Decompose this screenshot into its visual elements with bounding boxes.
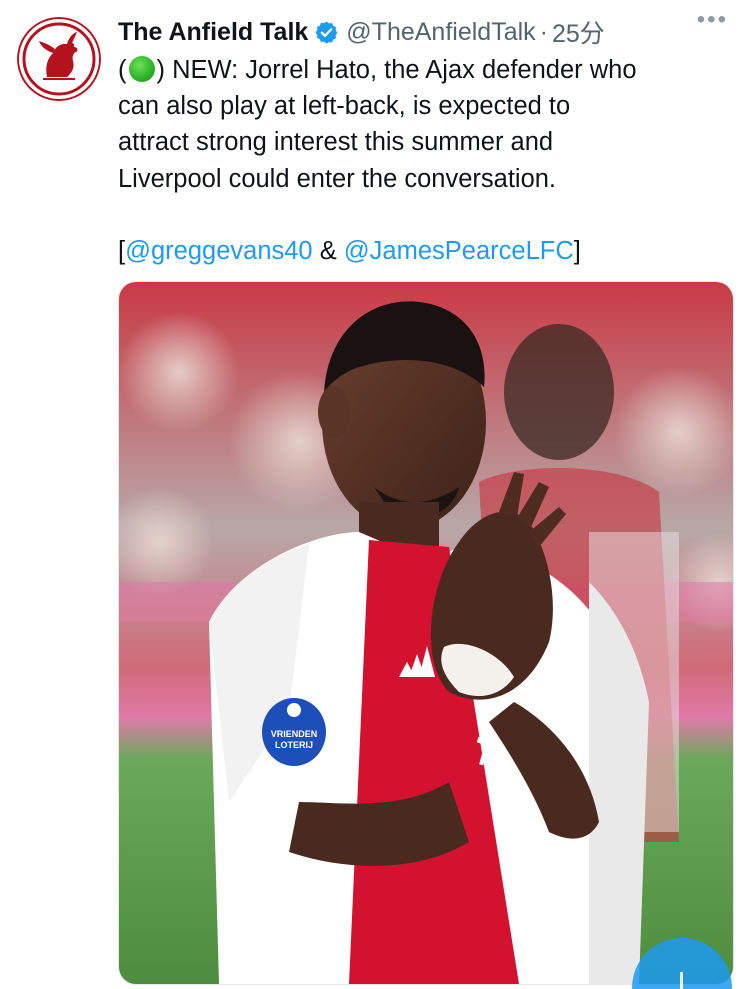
bracket-close: ] [573, 237, 581, 266]
paren-open: ( [118, 56, 127, 84]
tweet[interactable]: The Anfield Talk @TheAnfieldTalk · 25分 •… [0, 0, 750, 989]
more-options-icon[interactable]: ••• [697, 8, 728, 32]
tweet-line-4: Liverpool could enter the conversation. [118, 164, 557, 193]
timestamp[interactable]: 25分 [552, 14, 605, 50]
player-photo: VRIENDEN LOTERIJ ziggo [119, 282, 733, 984]
tweet-line-1: ( ) NEW: Jorrel Hato, the Ajax defender w… [118, 52, 738, 88]
display-name[interactable]: The Anfield Talk [118, 18, 308, 47]
ampersand: & [312, 237, 344, 266]
mention-jamespearcelfc[interactable]: @JamesPearceLFC [344, 237, 574, 265]
separator-dot: · [539, 17, 548, 46]
verified-badge-icon [314, 20, 339, 45]
green-circle-emoji-icon [128, 56, 155, 82]
plus-icon [680, 972, 683, 989]
avatar[interactable] [17, 17, 101, 101]
handle[interactable]: @TheAnfieldTalk [346, 18, 535, 47]
tweet-media-photo[interactable]: VRIENDEN LOTERIJ ziggo [118, 281, 734, 985]
badge-text-1: VRIENDEN [271, 729, 318, 739]
tweet-mentions-line: [@greggevans40 & @JamesPearceLFC] [118, 233, 738, 269]
tweet-line-1-text: ) NEW: Jorrel Hato, the Ajax defender wh… [156, 56, 637, 84]
anfield-talk-logo [17, 17, 101, 101]
tweet-line-3: attract strong interest this summer and [118, 128, 554, 157]
mention-greggevans40[interactable]: @greggevans40 [125, 237, 313, 265]
tweet-text: ( ) NEW: Jorrel Hato, the Ajax defender w… [118, 52, 738, 269]
badge-text-2: LOTERIJ [275, 740, 313, 750]
tweet-header: The Anfield Talk @TheAnfieldTalk · 25分 [118, 12, 738, 52]
tweet-line-2: can also play at left-back, is expected … [118, 92, 571, 121]
